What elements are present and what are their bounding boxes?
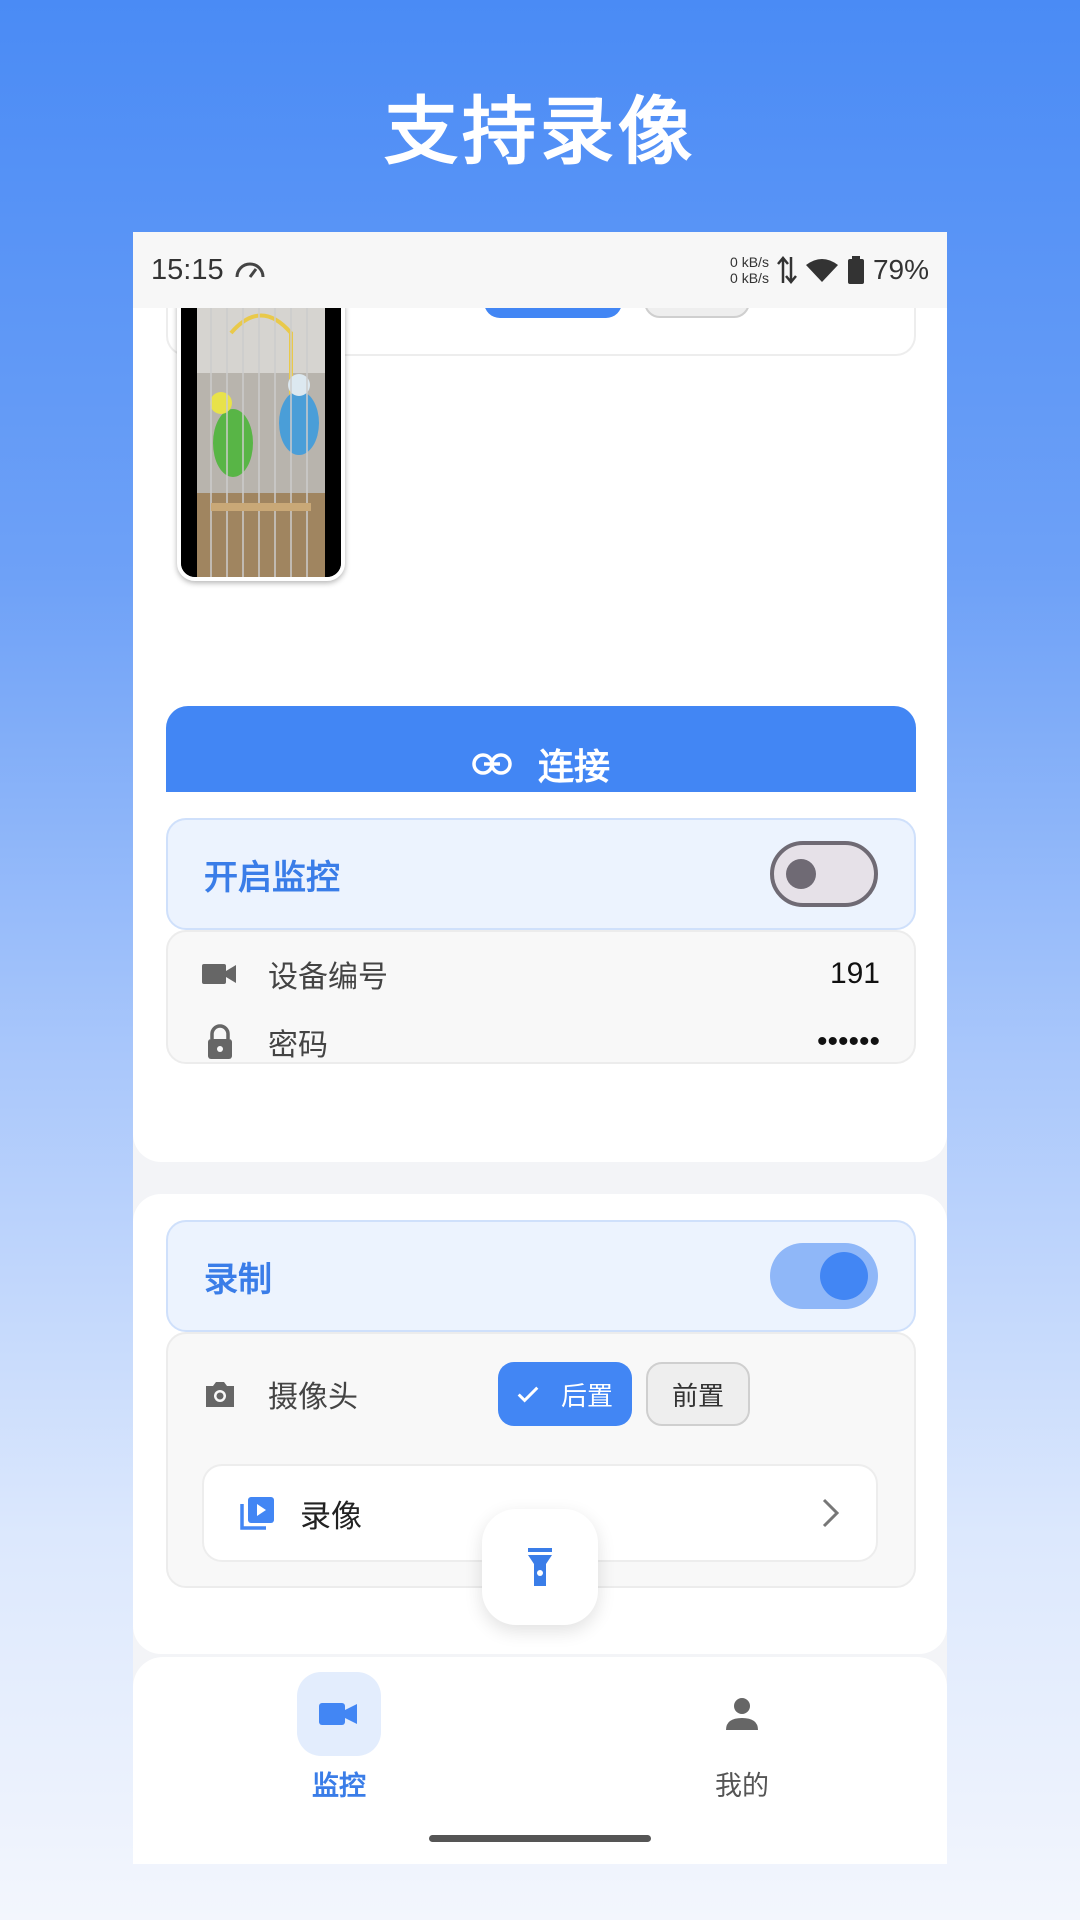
camera-preview-thumbnail[interactable] (177, 289, 345, 581)
battery-level: 79% (872, 254, 929, 285)
status-bar: 15:15 0 kB/s 0 kB/s 79% (133, 232, 947, 308)
password-row: 密码 •••••• (202, 1020, 880, 1064)
monitor-toggle-label: 开启监控 (204, 857, 340, 898)
nav-item-monitor[interactable]: 监控 (249, 1672, 429, 1803)
record-switch[interactable] (770, 1243, 878, 1309)
speedometer-icon (235, 262, 265, 278)
switch-knob (820, 1252, 868, 1300)
flashlight-icon (528, 1548, 552, 1586)
lock-icon (208, 1024, 232, 1059)
person-icon (726, 1698, 758, 1730)
check-icon (517, 1386, 539, 1403)
device-id-value: 191 (829, 957, 880, 990)
record-toggle-row[interactable]: 录制 (166, 1220, 916, 1332)
status-time: 15:15 (151, 253, 224, 286)
monitor-toggle-row[interactable]: 开启监控 (166, 818, 916, 930)
bottom-navigation: 监控 我的 (133, 1657, 947, 1864)
network-speed: 0 kB/s 0 kB/s (730, 254, 769, 286)
videocam-icon (319, 1703, 357, 1725)
chevron-right-icon (822, 1498, 840, 1528)
data-transfer-icon (776, 256, 797, 284)
monitor-info-box: 设备编号 191 密码 •••••• (166, 930, 916, 1064)
battery-icon (847, 256, 864, 284)
nav-indicator (700, 1672, 784, 1756)
phone-screen: 后置 前置 连接 最近 422 190 (133, 232, 947, 1864)
net-down: 0 kB/s (730, 270, 769, 286)
device-id-label: 设备编号 (268, 960, 388, 995)
video-library-icon (240, 1497, 274, 1530)
record-front-camera-button[interactable]: 前置 (646, 1362, 750, 1426)
recordings-label: 录像 (300, 1498, 362, 1535)
camera-label: 摄像头 (268, 1380, 358, 1415)
switch-knob (786, 859, 816, 889)
camera-icon (206, 1382, 234, 1407)
connect-label: 连接 (537, 747, 610, 788)
preview-image (181, 293, 341, 577)
record-front-camera-label: 前置 (671, 1381, 724, 1412)
monitor-card: 开启监控 设备编号 191 密码 •••••• (133, 792, 947, 1162)
promo-headline: 支持录像 (384, 89, 696, 175)
nav-item-profile[interactable]: 我的 (652, 1672, 832, 1803)
home-indicator[interactable] (429, 1835, 651, 1842)
password-label: 密码 (268, 1028, 328, 1063)
link-icon (472, 753, 512, 775)
net-up: 0 kB/s (730, 254, 769, 270)
device-id-row: 设备编号 191 (202, 952, 880, 996)
wifi-icon (805, 259, 838, 282)
record-rear-camera-button[interactable]: 后置 (498, 1362, 632, 1426)
flashlight-button[interactable] (482, 1509, 598, 1625)
password-value: •••••• (816, 1025, 880, 1058)
record-toggle-label: 录制 (204, 1259, 272, 1300)
nav-indicator (297, 1672, 381, 1756)
status-right: 0 kB/s 0 kB/s 79% (730, 254, 929, 286)
record-rear-camera-label: 后置 (560, 1381, 613, 1412)
monitor-switch[interactable] (770, 841, 878, 907)
nav-item-label: 监控 (312, 1771, 366, 1802)
nav-item-label: 我的 (715, 1771, 769, 1802)
videocam-icon (202, 964, 236, 984)
